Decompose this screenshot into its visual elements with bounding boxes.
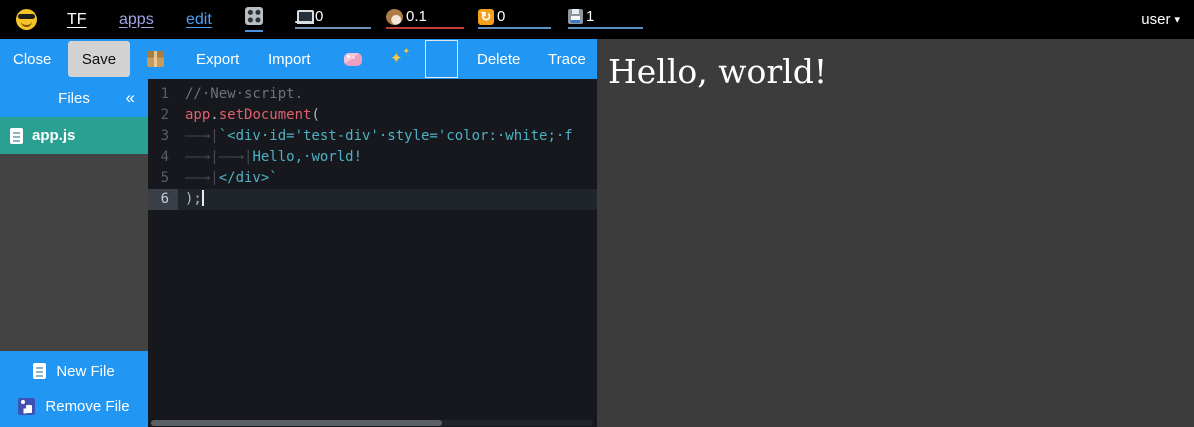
stat-value: 0 <box>497 8 505 25</box>
code-segment-string: Hello,·world! <box>252 149 362 165</box>
control-knobs-icon <box>245 7 263 25</box>
code-text: ——→|`<div·id='test-div'·style='color:·wh… <box>178 126 573 147</box>
preview-heading: Hello, world! <box>597 39 1194 91</box>
code-segment-string: </div>` <box>219 170 278 186</box>
sunglasses-face-icon <box>16 9 37 30</box>
code-segment-comment: //·New·script. <box>185 86 303 102</box>
file-item-app.js[interactable]: app.js <box>0 117 148 154</box>
code-text: app.setDocument( <box>178 105 320 126</box>
delete-button[interactable]: Delete <box>477 39 520 79</box>
code-line[interactable]: 4——→|——→|Hello,·world! <box>148 147 597 168</box>
files-header-label: Files <box>58 90 90 107</box>
close-button[interactable]: Close <box>13 39 51 79</box>
hamster-icon <box>386 9 403 25</box>
export-button[interactable]: Export <box>196 39 239 79</box>
horizontal-scrollbar-track[interactable] <box>150 420 593 426</box>
file-name: app.js <box>32 127 75 144</box>
text-cursor <box>202 190 204 206</box>
code-segment-ident: app <box>185 107 210 123</box>
line-number: 5 <box>148 168 178 189</box>
code-text: ——→|——→|Hello,·world! <box>178 147 362 168</box>
code-segment-ident: setDocument <box>219 107 312 123</box>
sidebar-empty-area <box>0 154 148 351</box>
stat-floppy[interactable]: 1 <box>568 6 643 29</box>
files-header: Files « <box>0 79 148 117</box>
app-window: TF apps edit 0 0.1 0 1 user ▾ Close Save Ex… <box>0 0 1194 427</box>
remove-file-label: Remove File <box>45 398 129 415</box>
document-icon <box>33 363 46 379</box>
remove-file-button[interactable]: Remove File <box>0 390 148 424</box>
code-text: //·New·script. <box>178 84 303 105</box>
collapse-sidebar-button[interactable]: « <box>126 88 135 108</box>
blank-button[interactable] <box>425 40 458 78</box>
new-file-label: New File <box>56 363 114 380</box>
sidebar: Files « app.js New File Remove File <box>0 79 148 427</box>
stat-hamster[interactable]: 0.1 <box>386 6 464 29</box>
line-number: 2 <box>148 105 178 126</box>
line-number: 3 <box>148 126 178 147</box>
stat-value: 0.1 <box>406 8 427 25</box>
caret-down-icon: ▾ <box>1174 13 1180 26</box>
code-segment-string: `<div·id='test-div'·style='color:·white;… <box>219 128 573 144</box>
code-line[interactable]: 6); <box>148 189 597 210</box>
import-button[interactable]: Import <box>268 39 311 79</box>
stat-refresh[interactable]: 0 <box>478 6 551 29</box>
code-segment-tab: ——→| <box>219 149 253 165</box>
nav-link-apps[interactable]: apps <box>119 0 154 39</box>
code-segment-tab: ——→| <box>185 149 219 165</box>
control-knobs-link[interactable] <box>245 7 263 32</box>
code-segment-punct: ); <box>185 191 202 207</box>
code-line[interactable]: 3——→|`<div·id='test-div'·style='color:·w… <box>148 126 597 147</box>
save-button[interactable]: Save <box>68 41 130 77</box>
code-lines: 1//·New·script.2app.setDocument(3——→|`<d… <box>148 79 597 210</box>
new-file-button[interactable]: New File <box>0 354 148 388</box>
brand-button[interactable] <box>16 0 37 39</box>
sparkles-button[interactable] <box>390 39 408 79</box>
preview-panel: Hello, world! <box>597 39 1194 427</box>
topbar: TF apps edit 0 0.1 0 1 user ▾ <box>0 0 1194 39</box>
line-number: 4 <box>148 147 178 168</box>
code-segment-punct: ( <box>311 107 319 123</box>
floppy-icon <box>568 9 583 24</box>
package-icon <box>147 51 164 67</box>
package-button[interactable] <box>147 39 164 79</box>
laptop-icon <box>295 10 312 23</box>
sidebar-actions: New File Remove File <box>0 351 148 427</box>
user-menu-label: user <box>1141 11 1170 28</box>
user-menu[interactable]: user ▾ <box>1141 0 1180 39</box>
code-segment-punct: . <box>210 107 218 123</box>
code-segment-tab: ——→| <box>185 170 219 186</box>
refresh-icon <box>478 9 494 25</box>
line-number: 6 <box>148 189 178 210</box>
nav-link-tf[interactable]: TF <box>67 0 87 39</box>
soap-button[interactable] <box>344 39 362 79</box>
sparkles-icon <box>390 50 408 68</box>
document-icon <box>10 128 23 144</box>
code-editor[interactable]: 1//·New·script.2app.setDocument(3——→|`<d… <box>148 79 597 427</box>
code-line[interactable]: 2app.setDocument( <box>148 105 597 126</box>
file-list: app.js <box>0 117 148 154</box>
code-text: ——→|</div>` <box>178 168 278 189</box>
stat-value: 0 <box>315 8 323 25</box>
soap-icon <box>344 53 362 66</box>
nav-link-edit[interactable]: edit <box>186 0 212 39</box>
line-number: 1 <box>148 84 178 105</box>
code-segment-tab: ——→| <box>185 128 219 144</box>
code-line[interactable]: 5——→|</div>` <box>148 168 597 189</box>
toolbar: Close Save Export Import Delete Trace <box>0 39 597 79</box>
stat-value: 1 <box>586 8 594 25</box>
trace-button[interactable]: Trace <box>548 39 586 79</box>
code-line[interactable]: 1 //·New·script. <box>148 84 597 105</box>
litter-bin-icon <box>18 398 35 415</box>
horizontal-scrollbar-thumb[interactable] <box>151 420 442 426</box>
stat-laptop[interactable]: 0 <box>295 6 371 29</box>
code-text: ); <box>178 189 204 210</box>
